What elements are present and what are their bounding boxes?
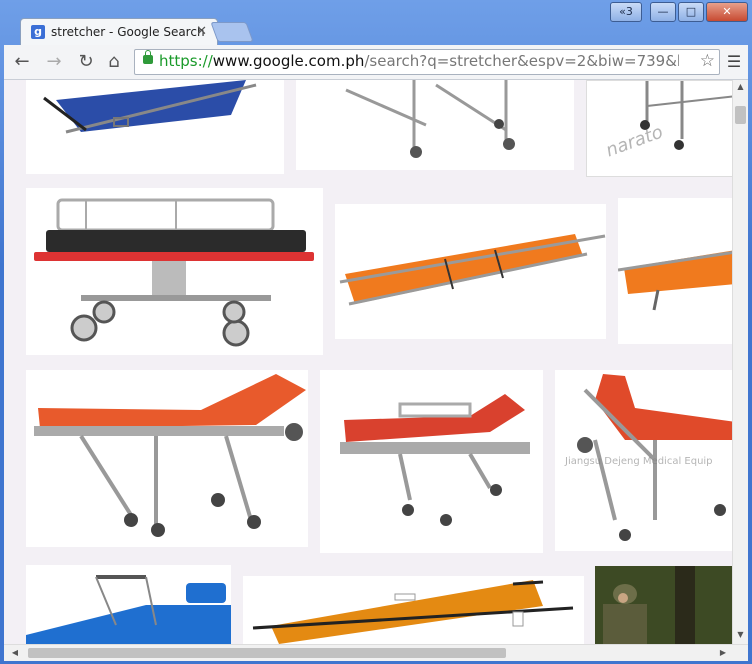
address-bar[interactable]: https://www.google.com.ph/search?q=stret…	[134, 49, 720, 75]
back-arrow-icon[interactable]: ←	[12, 52, 32, 72]
home-icon[interactable]: ⌂	[104, 52, 124, 72]
result-image-9[interactable]: Jiangsu Dejeng Medical Equip	[555, 370, 736, 551]
browser-toolbar: ← → ↻ ⌂ https://www.google.com.ph/search…	[4, 45, 748, 80]
result-image-6[interactable]	[618, 198, 736, 344]
result-image-10[interactable]	[26, 565, 231, 644]
result-image-8[interactable]	[320, 370, 543, 553]
result-image-12[interactable]	[595, 566, 736, 644]
maximize-button[interactable]: □	[678, 2, 704, 22]
user-badge-button[interactable]: «3	[610, 2, 642, 22]
result-image-7[interactable]	[26, 370, 308, 547]
tab-title: stretcher - Google Search	[51, 25, 205, 39]
result-image-3[interactable]: narato	[586, 80, 738, 177]
horizontal-scroll-thumb[interactable]	[28, 648, 506, 658]
result-image-1[interactable]	[26, 80, 284, 174]
tab-strip: g stretcher - Google Search ✕ «3 — □ ✕	[0, 0, 752, 46]
url-text: https://www.google.com.ph/search?q=stret…	[159, 52, 679, 70]
window-controls: «3 — □ ✕	[610, 2, 748, 22]
scroll-up-icon[interactable]: ▲	[733, 80, 748, 94]
google-favicon-icon: g	[31, 25, 45, 39]
lock-icon	[143, 50, 153, 64]
close-window-button[interactable]: ✕	[706, 2, 748, 22]
reload-icon[interactable]: ↻	[76, 52, 96, 72]
scroll-right-icon[interactable]: ▶	[716, 646, 730, 660]
result-image-5[interactable]	[335, 204, 606, 339]
image-results: narato Jiangsu Dejeng Medical Equip ▲ ▼	[4, 80, 748, 644]
horizontal-scrollbar[interactable]: ◀ ▶	[4, 644, 748, 661]
vertical-scrollbar[interactable]: ▲ ▼	[732, 80, 748, 644]
menu-icon[interactable]: ☰	[724, 52, 744, 72]
vertical-scroll-thumb[interactable]	[735, 106, 746, 124]
scroll-left-icon[interactable]: ◀	[8, 646, 22, 660]
tab-close-icon[interactable]: ✕	[196, 24, 207, 39]
star-icon[interactable]: ☆	[700, 51, 715, 71]
tab-active[interactable]: g stretcher - Google Search ✕	[20, 18, 218, 46]
new-tab-button[interactable]	[210, 22, 254, 42]
result-image-2[interactable]	[296, 80, 574, 170]
watermark-text: Jiangsu Dejeng Medical Equip	[565, 456, 713, 467]
scroll-down-icon[interactable]: ▼	[733, 628, 748, 642]
forward-arrow-icon[interactable]: →	[44, 52, 64, 72]
result-image-11[interactable]	[243, 576, 584, 644]
minimize-button[interactable]: —	[650, 2, 676, 22]
result-image-4[interactable]	[26, 188, 323, 355]
